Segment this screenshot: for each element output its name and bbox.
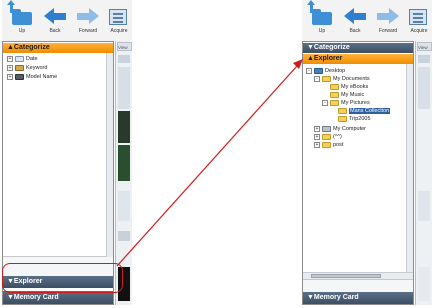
back-label: Back bbox=[349, 28, 361, 34]
back-arrow-icon bbox=[341, 4, 369, 28]
acquire-button[interactable]: Acquire bbox=[405, 4, 433, 38]
categorize-header[interactable]: ▼Categorize bbox=[303, 43, 413, 53]
thumbnail[interactable] bbox=[118, 191, 130, 221]
explorer-header[interactable]: ▲Explorer bbox=[303, 54, 413, 64]
collapse-icon[interactable]: - bbox=[322, 99, 328, 106]
collapse-icon[interactable]: - bbox=[306, 67, 312, 74]
explorer-tree: - Desktop - My Documents My eBooks My Musi… bbox=[303, 64, 413, 280]
expand-icon[interactable]: + bbox=[7, 64, 13, 71]
expand-icon[interactable]: + bbox=[314, 125, 320, 132]
folder-icon bbox=[330, 91, 339, 98]
calendar-icon bbox=[15, 55, 24, 62]
up-label: Up bbox=[318, 28, 326, 34]
back-arrow-icon bbox=[41, 4, 69, 28]
scrollbar-thumb[interactable] bbox=[311, 274, 381, 278]
vertical-scrollbar[interactable] bbox=[106, 53, 113, 257]
folder-icon bbox=[322, 141, 331, 148]
folder-icon bbox=[330, 83, 339, 90]
horizontal-scrollbar[interactable] bbox=[303, 272, 413, 279]
back-button[interactable]: Back bbox=[39, 4, 71, 38]
tree-item-my-documents[interactable]: - My Documents bbox=[314, 75, 370, 83]
tree-item-date[interactable]: + Date bbox=[7, 55, 38, 63]
right-panel: Up Back Forward Acquire ▼Categorize ▲Exp… bbox=[302, 0, 432, 305]
thumbnail[interactable] bbox=[418, 267, 430, 301]
thumbnail[interactable] bbox=[118, 111, 130, 143]
key-icon bbox=[15, 64, 24, 71]
camera-icon bbox=[15, 73, 24, 80]
acquire-icon bbox=[405, 4, 433, 28]
toolbar: Up Back Forward Acquire bbox=[2, 0, 132, 41]
expand-icon[interactable]: + bbox=[314, 133, 320, 140]
sidebar: ▼Categorize ▲Explorer - Desktop - My Docum… bbox=[302, 41, 414, 305]
tree-item-desktop[interactable]: - Desktop bbox=[306, 67, 345, 75]
forward-button[interactable]: Forward bbox=[372, 4, 404, 38]
acquire-label: Acquire bbox=[110, 28, 128, 34]
tree-item-my-music[interactable]: My Music bbox=[322, 91, 364, 99]
categorize-header[interactable]: ▲Categorize bbox=[3, 43, 113, 53]
folder-icon bbox=[330, 99, 339, 106]
explorer-highlight-outline bbox=[2, 263, 123, 293]
viewer-strip: View bbox=[415, 41, 432, 305]
thumbnail[interactable] bbox=[418, 55, 430, 63]
thumbnail[interactable] bbox=[118, 231, 130, 241]
left-panel: Up Back Forward Acquire ▲Categorize + Dat… bbox=[2, 0, 132, 305]
desktop-icon bbox=[314, 67, 323, 74]
computer-icon bbox=[322, 125, 331, 132]
tree-item-trip2005[interactable]: Trip2005 bbox=[330, 115, 371, 123]
tree-item-model-name[interactable]: + Model Name bbox=[7, 73, 57, 81]
sidebar-spacer bbox=[303, 280, 413, 292]
folder-icon bbox=[338, 107, 347, 114]
thumbnail[interactable] bbox=[118, 145, 130, 181]
viewer-tab[interactable]: View bbox=[417, 42, 432, 51]
tree-item-post[interactable]: + post bbox=[314, 141, 343, 149]
folder-icon bbox=[338, 115, 347, 122]
tree-item-folder-emoticon[interactable]: + (^^) bbox=[314, 133, 342, 141]
forward-arrow-icon bbox=[74, 4, 102, 28]
categorize-tree: + Date + Keyword + Model Name bbox=[3, 53, 113, 257]
up-label: Up bbox=[18, 28, 26, 34]
folder-icon bbox=[322, 133, 331, 140]
thumbnail[interactable] bbox=[118, 67, 130, 109]
tree-item-my-ebooks[interactable]: My eBooks bbox=[322, 83, 368, 91]
tree-item-mans-collection[interactable]: Mans Collection bbox=[330, 107, 391, 115]
forward-label: Forward bbox=[378, 28, 398, 34]
folder-up-icon bbox=[7, 0, 36, 28]
folder-icon bbox=[322, 75, 331, 82]
viewer-tab[interactable]: View bbox=[117, 42, 132, 51]
toolbar: Up Back Forward Acquire bbox=[302, 0, 432, 41]
thumbnail[interactable] bbox=[418, 191, 430, 221]
collapse-icon[interactable]: - bbox=[314, 75, 320, 82]
acquire-icon bbox=[105, 4, 133, 28]
tree-item-my-computer[interactable]: + My Computer bbox=[314, 125, 366, 133]
vertical-scrollbar[interactable] bbox=[406, 64, 413, 272]
acquire-button[interactable]: Acquire bbox=[105, 4, 133, 38]
tree-item-my-pictures[interactable]: - My Pictures bbox=[322, 99, 370, 107]
memory-card-header[interactable]: ▼Memory Card bbox=[303, 292, 413, 304]
folder-up-icon bbox=[307, 0, 336, 28]
expand-icon[interactable]: + bbox=[7, 55, 13, 62]
expand-icon[interactable]: + bbox=[314, 141, 320, 148]
up-button[interactable]: Up bbox=[306, 0, 338, 38]
back-button[interactable]: Back bbox=[339, 4, 371, 38]
forward-button[interactable]: Forward bbox=[72, 4, 104, 38]
forward-label: Forward bbox=[78, 28, 98, 34]
thumbnail[interactable] bbox=[418, 67, 430, 109]
back-label: Back bbox=[49, 28, 61, 34]
up-button[interactable]: Up bbox=[6, 0, 38, 38]
acquire-label: Acquire bbox=[410, 28, 428, 34]
tree-item-keyword[interactable]: + Keyword bbox=[7, 64, 47, 72]
thumbnail[interactable] bbox=[118, 55, 130, 63]
expand-icon[interactable]: + bbox=[7, 73, 13, 80]
forward-arrow-icon bbox=[374, 4, 402, 28]
